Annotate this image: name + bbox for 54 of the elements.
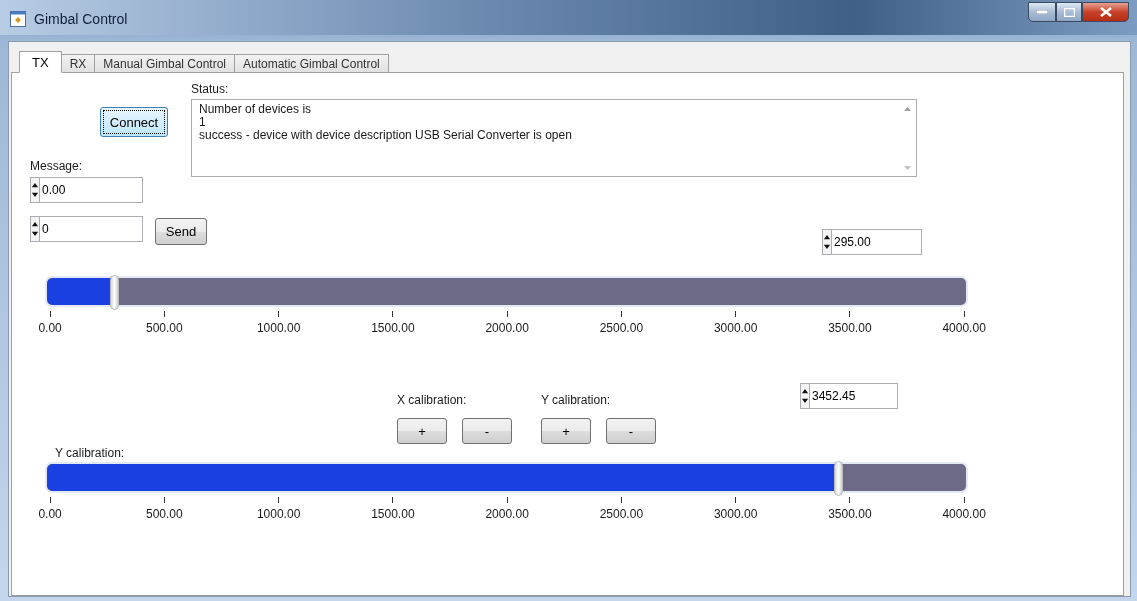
spin-arrows-icon[interactable] xyxy=(822,229,831,255)
calibration-button[interactable]: - xyxy=(462,418,512,444)
tick-label: 4000.00 xyxy=(942,321,986,335)
spin-field[interactable]: 3452.45 xyxy=(809,383,898,409)
calibration-button[interactable]: - xyxy=(606,418,656,444)
status-label: Status: xyxy=(191,82,230,96)
spin-arrows-icon[interactable] xyxy=(30,216,39,242)
slider-track[interactable] xyxy=(45,462,968,493)
tick-label: 500.00 xyxy=(146,507,183,521)
slider-track[interactable] xyxy=(45,276,968,307)
calibration-label: Y calibration: xyxy=(541,393,612,407)
close-button[interactable] xyxy=(1082,2,1129,22)
spin-field[interactable]: 0.00 xyxy=(39,177,143,203)
status-text: Number of devices is 1 success - device with device description USB Serial Converter is open xyxy=(199,103,573,144)
tick-label: 2000.00 xyxy=(485,507,529,521)
spin-arrows-icon[interactable] xyxy=(30,177,39,203)
tick-label: 2500.00 xyxy=(599,507,644,521)
tick-label: 2500.00 xyxy=(599,321,644,335)
slider-thumb[interactable] xyxy=(834,461,844,496)
window-title: Gimbal Control xyxy=(34,10,128,27)
tick-label: 1000.00 xyxy=(256,507,301,521)
tab[interactable]: Automatic Gimbal Control xyxy=(234,54,389,73)
status-box[interactable]: Number of devices is 1 success - device with device description USB Serial Converter is open xyxy=(191,99,917,177)
tick-label: 3000.00 xyxy=(713,507,758,521)
spin-arrows-icon[interactable] xyxy=(800,383,809,409)
close-icon xyxy=(1099,7,1112,17)
app-icon xyxy=(10,10,26,27)
spin-field[interactable]: 295.00 xyxy=(831,229,922,255)
tick-label: 2000.00 xyxy=(485,321,529,335)
calibration-button[interactable]: + xyxy=(397,418,447,444)
tick-label: 3500.00 xyxy=(828,321,872,335)
tick-label: 1500.00 xyxy=(371,507,415,521)
calibration-label: X calibration: xyxy=(397,393,468,407)
slider-thumb[interactable] xyxy=(110,275,119,310)
tick-label: 0.00 xyxy=(38,507,62,521)
spin-field[interactable]: 0 xyxy=(39,216,143,242)
tick-label: 3500.00 xyxy=(828,507,872,521)
tick-label: 500.00 xyxy=(146,321,183,335)
maximize-icon xyxy=(1063,7,1075,17)
tick-label: 4000.00 xyxy=(942,507,986,521)
minimize-icon xyxy=(1036,10,1048,14)
calibration-button[interactable]: + xyxy=(541,418,591,444)
tick-label: 1500.00 xyxy=(371,321,415,335)
tick-label: 0.00 xyxy=(38,321,62,335)
send-button[interactable]: Send xyxy=(155,218,207,245)
maximize-button[interactable] xyxy=(1056,2,1082,22)
tick-label: 1000.00 xyxy=(256,321,301,335)
connect-button[interactable]: Connect xyxy=(100,107,168,137)
scroll-up-icon[interactable] xyxy=(904,107,911,111)
slider-label: Y calibration: xyxy=(55,446,125,460)
minimize-button[interactable] xyxy=(1028,2,1056,22)
message-label: Message: xyxy=(30,159,83,173)
tab[interactable]: TX xyxy=(19,51,62,73)
tick-label: 3000.00 xyxy=(713,321,758,335)
